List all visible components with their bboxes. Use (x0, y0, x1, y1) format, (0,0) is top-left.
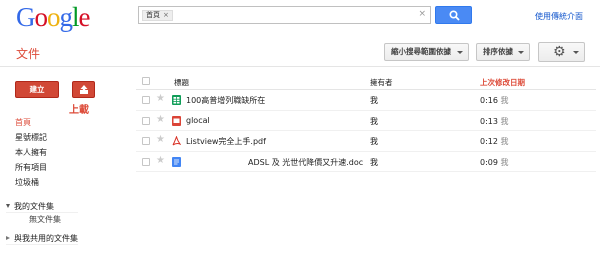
file-list: 標題 擁有者 上次修改日期 ★ 100高普增列職缺所在 我 0:16 我 ★ g… (136, 73, 596, 172)
pdf-icon (172, 136, 181, 146)
expand-down-icon[interactable] (6, 204, 10, 208)
logo-letter: G (16, 2, 35, 32)
expand-right-icon[interactable] (6, 236, 10, 240)
file-name[interactable]: glocal (186, 116, 210, 125)
chevron-down-icon (457, 51, 463, 54)
file-owner: 我 (370, 157, 378, 167)
no-collections-label: 無文件集 (29, 215, 61, 224)
gear-icon: ⚙ (553, 44, 566, 60)
search-clear-icon[interactable]: × (418, 9, 426, 19)
presentation-icon (172, 115, 181, 126)
file-owner: 我 (370, 116, 378, 126)
upload-button[interactable] (72, 81, 95, 98)
star-icon[interactable]: ★ (156, 114, 165, 125)
file-name[interactable]: 100高普增列職缺所在 (186, 95, 265, 106)
table-row[interactable]: ★ glocal 我 0:13 我 (136, 111, 596, 131)
narrow-search-label: 縮小搜尋範圍依據 (391, 47, 451, 56)
select-all-checkbox[interactable] (142, 77, 150, 85)
logo-letter: o (47, 2, 60, 32)
toolbar-divider (0, 66, 600, 67)
file-modified: 0:13 我 (480, 116, 509, 127)
table-row[interactable]: ★ ADSL 及 光世代降價又升速.doc 我 0:09 我 (136, 152, 596, 172)
collections-tree: 我的文件集 無文件集 與我共用的文件集 (6, 200, 78, 245)
upload-label[interactable]: 上載 (69, 101, 89, 116)
settings-button[interactable]: ⚙ (538, 42, 585, 62)
spreadsheet-icon (172, 95, 181, 105)
page-title[interactable]: 文件 (16, 45, 40, 62)
logo-letter: g (59, 2, 73, 32)
search-icon (449, 10, 460, 21)
row-checkbox[interactable] (142, 157, 150, 166)
file-modified: 0:16 我 (480, 95, 509, 106)
star-icon[interactable]: ★ (156, 155, 165, 166)
shared-collections-label: 與我共用的文件集 (14, 234, 78, 243)
modified-time: 0:09 (480, 157, 498, 167)
file-name[interactable]: ADSL 及 光世代降價又升速.doc (248, 157, 363, 168)
sidebar-item-home[interactable]: 首頁 (15, 115, 47, 130)
sort-button[interactable]: 排序依據 (476, 43, 530, 61)
search-input[interactable]: 首頁 × × (138, 6, 431, 24)
top-bar: Google 首頁 × × 使用傳統介面 (0, 0, 600, 36)
sort-label: 排序依據 (483, 47, 513, 56)
classic-interface-link[interactable]: 使用傳統介面 (535, 11, 583, 22)
document-icon (172, 156, 181, 167)
modified-by: 我 (500, 157, 509, 167)
sidebar-nav: 首頁 星號標記 本人擁有 所有項目 垃圾桶 (15, 115, 47, 190)
modified-by: 我 (500, 137, 509, 146)
sidebar-item-starred[interactable]: 星號標記 (15, 130, 47, 145)
modified-time: 0:13 (480, 116, 498, 126)
modified-by: 我 (500, 96, 509, 105)
chevron-down-icon (518, 51, 524, 54)
logo-letter: e (78, 2, 91, 32)
column-last-modified[interactable]: 上次修改日期 (480, 77, 525, 88)
chevron-down-icon (573, 51, 579, 54)
my-collections-label: 我的文件集 (14, 202, 54, 211)
sidebar-item-all-items[interactable]: 所有項目 (15, 160, 47, 175)
file-modified: 0:09 我 (480, 157, 509, 168)
file-owner: 我 (370, 137, 378, 146)
sidebar-item-owned-by-me[interactable]: 本人擁有 (15, 145, 47, 160)
file-owner: 我 (370, 96, 378, 105)
logo-letter: o (34, 2, 48, 32)
narrow-search-button[interactable]: 縮小搜尋範圍依據 (384, 43, 469, 61)
table-row[interactable]: ★ 100高普增列職缺所在 我 0:16 我 (136, 90, 596, 111)
sidebar-item-trash[interactable]: 垃圾桶 (15, 175, 47, 190)
row-checkbox[interactable] (142, 96, 150, 104)
search-button[interactable] (435, 6, 472, 24)
my-collections[interactable]: 我的文件集 (6, 200, 78, 213)
modified-time: 0:12 (480, 137, 498, 146)
modified-by: 我 (500, 116, 509, 126)
list-header: 標題 擁有者 上次修改日期 (136, 73, 596, 90)
star-icon[interactable]: ★ (156, 134, 165, 145)
column-title[interactable]: 標題 (174, 77, 189, 88)
search-chip-label: 首頁 (146, 11, 160, 19)
star-icon[interactable]: ★ (156, 93, 165, 104)
shared-collections[interactable]: 與我共用的文件集 (6, 232, 78, 245)
row-checkbox[interactable] (142, 116, 150, 125)
file-name[interactable]: Listview完全上手.pdf (186, 136, 266, 147)
row-checkbox[interactable] (142, 137, 150, 145)
table-row[interactable]: ★ Listview完全上手.pdf 我 0:12 我 (136, 131, 596, 152)
chip-remove-icon[interactable]: × (163, 11, 169, 19)
modified-time: 0:16 (480, 96, 498, 105)
column-owner[interactable]: 擁有者 (370, 77, 393, 88)
file-modified: 0:12 我 (480, 136, 509, 147)
search-filter-chip[interactable]: 首頁 × (142, 10, 173, 21)
create-button[interactable]: 建立 (15, 81, 59, 98)
upload-icon (80, 85, 88, 94)
google-logo[interactable]: Google (16, 2, 90, 33)
